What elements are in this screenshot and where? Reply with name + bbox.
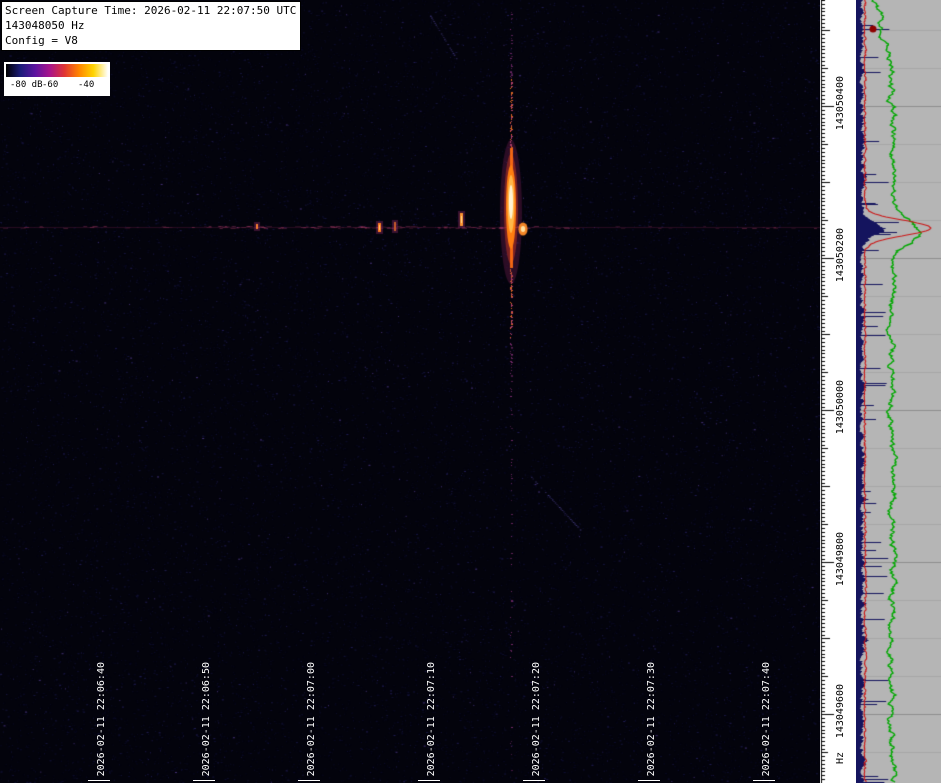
color-scale-legend: -80 dB -60 -40 [4, 62, 110, 96]
legend-db-label: -60 [42, 80, 59, 90]
time-axis-tick [418, 780, 440, 781]
config-text: Config = V8 [5, 34, 78, 47]
time-axis-tick [523, 780, 545, 781]
spectrum-graph-panel [856, 0, 941, 783]
time-axis-label: 2026-02-11 22:06:50 [201, 661, 212, 776]
time-axis-label: 2026-02-11 22:07:40 [761, 661, 772, 776]
time-axis-tick [753, 780, 775, 781]
frequency-axis-label: 143049600 [835, 684, 846, 739]
time-axis-label: 2026-02-11 22:07:00 [306, 661, 317, 776]
waterfall-canvas [0, 0, 820, 783]
frequency-text: 143048050 Hz [5, 19, 85, 32]
time-axis-tick [638, 780, 660, 781]
frequency-unit-label: Hz [835, 752, 846, 765]
time-axis-label: 2026-02-11 22:07:30 [646, 661, 657, 776]
legend-db-label: -40 [78, 80, 95, 90]
color-gradient-bar [6, 64, 108, 77]
time-axis-tick [88, 780, 110, 781]
spectrum-lab-screen-capture: Screen Capture Time: 2026-02-11 22:07:50… [0, 0, 941, 783]
time-axis-label: 2026-02-11 22:06:40 [96, 661, 107, 776]
frequency-axis-label: 143050200 [835, 228, 846, 283]
waterfall-display: Screen Capture Time: 2026-02-11 22:07:50… [0, 0, 820, 783]
frequency-axis-label: 143050400 [835, 76, 846, 131]
legend-db-label: -80 dB [10, 80, 43, 90]
capture-info-box: Screen Capture Time: 2026-02-11 22:07:50… [1, 1, 302, 51]
frequency-axis-label: 143049800 [835, 532, 846, 587]
spectrum-graph-canvas [856, 0, 941, 783]
time-axis-label: 2026-02-11 22:07:10 [426, 661, 437, 776]
capture-time-text: Screen Capture Time: 2026-02-11 22:07:50… [5, 4, 297, 17]
time-axis-tick [298, 780, 320, 781]
frequency-ruler: Hz 143050400 143050200 143050000 143049800 1… [820, 0, 856, 783]
time-axis-tick [193, 780, 215, 781]
time-axis-label: 2026-02-11 22:07:20 [531, 661, 542, 776]
frequency-axis-label: 143050000 [835, 380, 846, 435]
